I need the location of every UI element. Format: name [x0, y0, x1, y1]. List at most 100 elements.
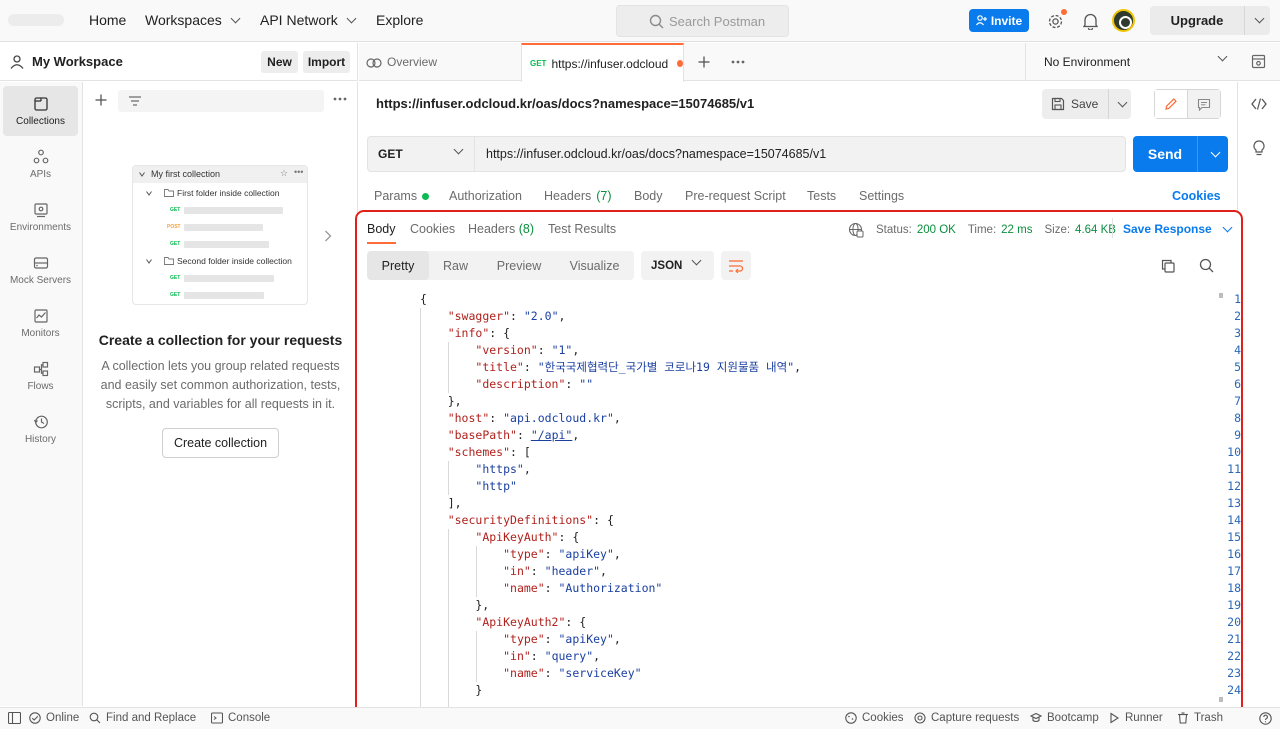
tab-response-headers[interactable]: Headers (8): [468, 222, 534, 236]
console-label: Console: [228, 712, 271, 724]
more-options-icon[interactable]: [333, 97, 347, 101]
create-collection-button[interactable]: Create collection: [162, 428, 279, 458]
view-pretty[interactable]: Pretty: [367, 251, 429, 280]
tab-params-label: Params: [374, 189, 418, 203]
code-icon[interactable]: [1251, 98, 1267, 110]
method-select[interactable]: GET: [367, 136, 475, 172]
toggle-sidebar-button[interactable]: [8, 712, 21, 724]
format-select[interactable]: JSON: [641, 251, 714, 280]
request-title[interactable]: https://infuser.odcloud.kr/oas/docs?name…: [376, 96, 754, 111]
lightbulb-icon[interactable]: [1252, 140, 1266, 156]
wrap-lines-button[interactable]: [721, 251, 751, 280]
nav-workspaces[interactable]: Workspaces: [145, 12, 241, 28]
tab-response-cookies[interactable]: Cookies: [410, 222, 455, 236]
globe-icon[interactable]: [848, 222, 864, 238]
environments-icon: [33, 202, 48, 217]
placeholder-bar: [184, 241, 269, 248]
environment-quick-look-icon[interactable]: [1251, 54, 1266, 69]
save-response-button[interactable]: Save Response: [1123, 222, 1233, 236]
capture-requests-button[interactable]: Capture requests: [914, 712, 1019, 724]
plus-icon[interactable]: [698, 56, 710, 68]
mode-toggle[interactable]: [1154, 89, 1221, 119]
status-value[interactable]: 200 OK: [917, 224, 956, 236]
monitors-icon: [33, 308, 48, 323]
save-button[interactable]: Save: [1042, 89, 1131, 119]
tab-pre-request-script[interactable]: Pre-request Script: [685, 189, 786, 203]
copy-icon[interactable]: [1161, 259, 1175, 273]
sidebar-item-mock-servers[interactable]: Mock Servers: [3, 245, 78, 295]
response-meta: Status: 200 OK Time: 22 ms Size: 4.64 KB: [848, 222, 1116, 238]
runner-button[interactable]: Runner: [1108, 712, 1163, 724]
tab-authorization[interactable]: Authorization: [449, 189, 522, 203]
tab-request[interactable]: GET https://infuser.odcloud: [521, 43, 684, 82]
search-input[interactable]: Search Postman: [616, 5, 789, 37]
line-number: 1: [1234, 292, 1241, 306]
find-replace-button[interactable]: Find and Replace: [89, 712, 196, 724]
collection-illustration: My first collection ☆ ••• First folder i…: [132, 165, 308, 305]
view-preview-label: Preview: [496, 258, 542, 273]
save-dropdown[interactable]: [1109, 97, 1131, 107]
send-button[interactable]: Send: [1133, 136, 1228, 172]
sidebar-item-apis[interactable]: APIs: [3, 139, 78, 189]
send-dropdown[interactable]: [1198, 147, 1228, 157]
nav-explore[interactable]: Explore: [376, 12, 423, 28]
tab-body[interactable]: Body: [634, 189, 663, 203]
cookies-button[interactable]: Cookies: [845, 712, 904, 724]
bootcamp-button[interactable]: Bootcamp: [1030, 712, 1099, 724]
nav-api-network[interactable]: API Network: [260, 12, 357, 28]
tab-tests[interactable]: Tests: [807, 189, 836, 203]
method-badge: GET: [170, 292, 181, 298]
sidebar-item-collections[interactable]: Collections: [3, 86, 78, 136]
time-value[interactable]: 22 ms: [1001, 224, 1032, 236]
code-line: "host": "api.odcloud.kr",: [447, 411, 621, 425]
invite-button[interactable]: Invite: [969, 9, 1029, 32]
tab-response-body[interactable]: Body: [367, 222, 396, 244]
help-button[interactable]: [1259, 712, 1272, 725]
empty-state-description: A collection lets you group related requ…: [100, 359, 341, 411]
tab-params[interactable]: Params: [374, 189, 430, 203]
tab-headers[interactable]: Headers (7): [544, 189, 612, 203]
code-line: "schemes": [: [447, 445, 531, 459]
console-button[interactable]: Console: [211, 712, 270, 724]
chevron-right-icon[interactable]: [324, 230, 332, 242]
tab-overview-label: Overview: [387, 55, 438, 69]
environment-select[interactable]: No Environment: [1025, 43, 1248, 81]
tab-settings[interactable]: Settings: [859, 189, 904, 203]
sidebar-item-flows[interactable]: Flows: [3, 351, 78, 401]
filter-input[interactable]: [118, 90, 324, 112]
online-status[interactable]: Online: [29, 712, 79, 724]
import-button[interactable]: Import: [303, 51, 350, 73]
url-input[interactable]: https://infuser.odcloud.kr/oas/docs?name…: [475, 136, 1126, 172]
edit-mode-button[interactable]: [1155, 90, 1188, 118]
line-number: 15: [1227, 530, 1241, 544]
notifications-button[interactable]: [1080, 11, 1100, 31]
sidebar-item-environments[interactable]: Environments: [3, 192, 78, 242]
settings-button[interactable]: [1045, 9, 1067, 31]
postman-logo[interactable]: [8, 10, 66, 30]
save-response-label: Save Response: [1123, 222, 1212, 236]
sidebar-item-history[interactable]: History: [3, 404, 78, 454]
view-raw[interactable]: Raw: [429, 251, 482, 280]
workspace-title[interactable]: My Workspace: [32, 54, 123, 69]
nav-home[interactable]: Home: [89, 12, 126, 28]
trash-button[interactable]: Trash: [1177, 712, 1223, 724]
cookies-link[interactable]: Cookies: [1172, 189, 1221, 203]
console-icon: [211, 712, 223, 724]
upgrade-button[interactable]: Upgrade: [1150, 6, 1270, 35]
tab-test-results[interactable]: Test Results: [548, 222, 616, 236]
code-line: }: [420, 683, 483, 697]
avatar[interactable]: [1112, 9, 1135, 32]
new-button[interactable]: New: [261, 51, 298, 73]
size-value[interactable]: 4.64 KB: [1075, 224, 1116, 236]
response-body-editor[interactable]: 1 {2 "swagger": "2.0", 3 "info": {4 "versi…: [357, 291, 1241, 709]
plus-icon[interactable]: [95, 94, 107, 106]
search-icon[interactable]: [1199, 258, 1214, 273]
chevron-down-icon: [1117, 97, 1127, 107]
comments-mode-button[interactable]: [1188, 90, 1220, 118]
upgrade-dropdown[interactable]: [1245, 13, 1270, 24]
view-visualize[interactable]: Visualize: [559, 251, 630, 280]
sidebar-item-monitors[interactable]: Monitors: [3, 298, 78, 348]
more-options-icon[interactable]: [731, 60, 745, 64]
tab-overview[interactable]: Overview: [366, 43, 521, 81]
view-preview[interactable]: Preview: [485, 251, 553, 280]
